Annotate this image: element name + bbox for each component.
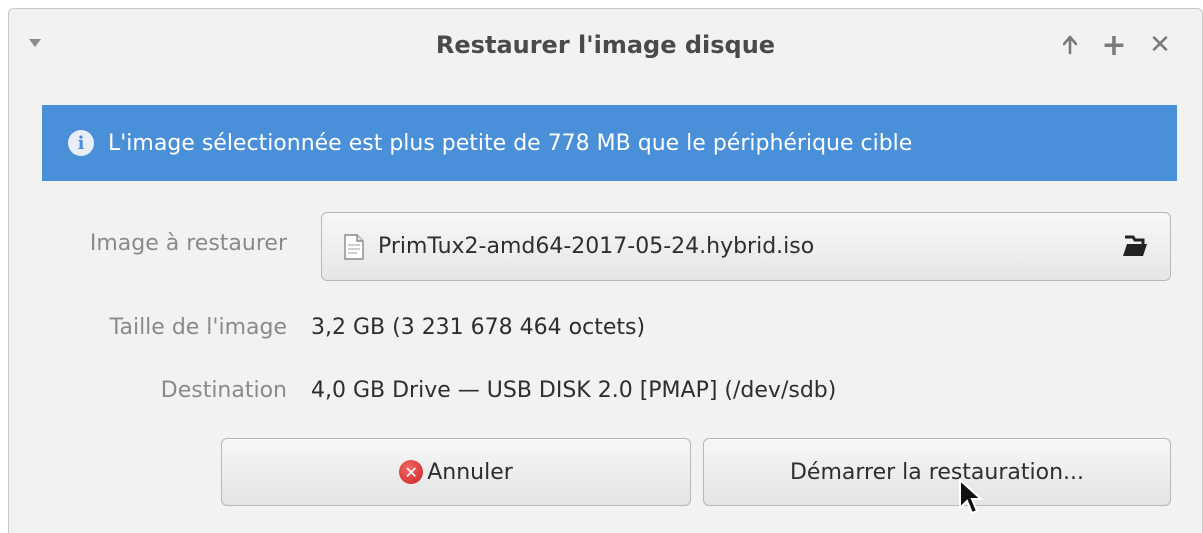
info-bar: i L'image sélectionnée est plus petite d… — [42, 105, 1177, 181]
cancel-button[interactable]: ✕ Annuler — [221, 438, 691, 506]
close-button[interactable]: ✕ — [1145, 27, 1175, 63]
destination-label: Destination — [160, 378, 287, 403]
start-restore-label: Démarrer la restauration... — [789, 459, 1085, 485]
arrow-up-icon — [1063, 35, 1077, 55]
info-icon: i — [68, 130, 94, 156]
image-file-chooser[interactable]: PrimTux2-amd64-2017-05-24.hybrid.iso — [321, 212, 1171, 281]
restore-disk-image-dialog: Restaurer l'image disque + ✕ i L'image s… — [8, 8, 1203, 533]
cancel-icon: ✕ — [399, 460, 424, 484]
plus-icon: + — [1101, 27, 1127, 63]
cancel-label: Annuler — [427, 459, 513, 485]
info-message: L'image sélectionnée est plus petite de … — [108, 130, 913, 156]
mouse-pointer-icon — [959, 478, 984, 515]
title-bar: Restaurer l'image disque + ✕ — [9, 9, 1202, 87]
start-restore-button[interactable]: Démarrer la restauration... — [703, 438, 1171, 506]
maximize-button[interactable]: + — [1099, 27, 1129, 63]
keep-above-button[interactable] — [1055, 27, 1085, 63]
document-icon — [344, 233, 364, 260]
window-title: Restaurer l'image disque — [435, 31, 776, 59]
destination-value: 4,0 GB Drive — USB DISK 2.0 [PMAP] (/dev… — [311, 378, 837, 403]
close-icon: ✕ — [1149, 30, 1171, 60]
image-label: Image à restaurer — [89, 231, 287, 256]
size-label: Taille de l'image — [109, 315, 287, 340]
open-folder-icon — [1123, 235, 1147, 256]
size-value: 3,2 GB (3 231 678 464 octets) — [311, 315, 646, 340]
image-filename: PrimTux2-amd64-2017-05-24.hybrid.iso — [378, 234, 815, 259]
